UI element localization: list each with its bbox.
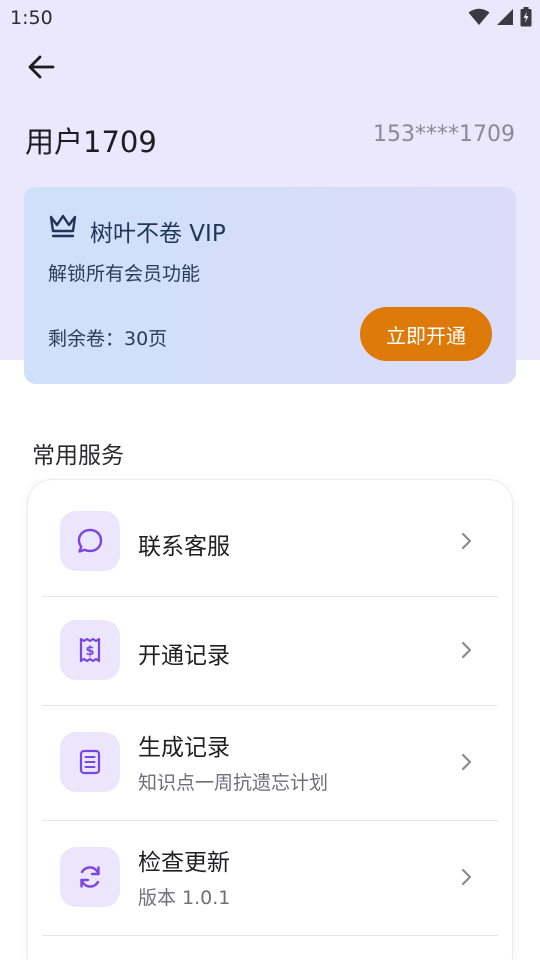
notebook-icon bbox=[79, 749, 101, 775]
service-item-check-update[interactable]: 检查更新 版本 1.0.1 bbox=[28, 821, 512, 935]
section-title: 常用服务 bbox=[32, 443, 124, 469]
service-subtitle: 知识点一周抗遗忘计划 bbox=[138, 772, 329, 794]
divider bbox=[42, 935, 498, 936]
svg-text:$: $ bbox=[85, 644, 94, 659]
service-label: 检查更新 bbox=[138, 850, 230, 876]
user-name: 用户1709 bbox=[25, 125, 157, 159]
service-subtitle: 版本 1.0.1 bbox=[138, 887, 231, 909]
vip-subtitle: 解锁所有会员功能 bbox=[48, 263, 201, 285]
service-item-activation-records[interactable]: $ 开通记录 bbox=[28, 597, 512, 705]
status-time: 1:50 bbox=[10, 7, 53, 29]
receipt-dollar-icon: $ bbox=[79, 637, 101, 663]
refresh-icon bbox=[80, 866, 100, 888]
status-icons bbox=[468, 6, 532, 28]
service-item-generation-records[interactable]: 生成记录 知识点一周抗遗忘计划 bbox=[28, 706, 512, 820]
signal-icon bbox=[497, 9, 513, 25]
services-card: 联系客服 $ 开通记录 生成记录 知识点一周抗遗忘计划 检查更新 版本 1.0.… bbox=[28, 480, 512, 960]
status-bar: 1:50 bbox=[0, 0, 540, 36]
service-icon-box bbox=[60, 511, 120, 571]
service-item-contact-support[interactable]: 联系客服 bbox=[28, 480, 512, 596]
service-label: 联系客服 bbox=[138, 534, 230, 560]
arrow-left-icon bbox=[28, 55, 55, 79]
remaining-pages: 剩余卷：30页 bbox=[48, 328, 168, 350]
service-label: 生成记录 bbox=[138, 735, 230, 761]
activate-vip-button[interactable]: 立即开通 bbox=[360, 307, 492, 361]
service-icon-box: $ bbox=[60, 620, 120, 680]
crown-icon bbox=[49, 214, 77, 238]
back-button[interactable] bbox=[22, 48, 60, 86]
vip-card: 树叶不卷 VIP 解锁所有会员功能 剩余卷：30页 立即开通 bbox=[24, 187, 516, 384]
chevron-right-icon bbox=[461, 753, 472, 771]
service-label: 开通记录 bbox=[138, 643, 230, 669]
chevron-right-icon bbox=[461, 868, 472, 886]
service-icon-box bbox=[60, 732, 120, 792]
chevron-right-icon bbox=[461, 532, 472, 550]
battery-charging-icon bbox=[520, 7, 532, 27]
service-icon-box bbox=[60, 847, 120, 907]
chat-bubble-icon bbox=[77, 528, 103, 553]
chevron-right-icon bbox=[461, 641, 472, 659]
vip-title: 树叶不卷 VIP bbox=[90, 221, 226, 247]
user-phone: 153****1709 bbox=[373, 122, 515, 147]
wifi-icon bbox=[468, 8, 490, 25]
